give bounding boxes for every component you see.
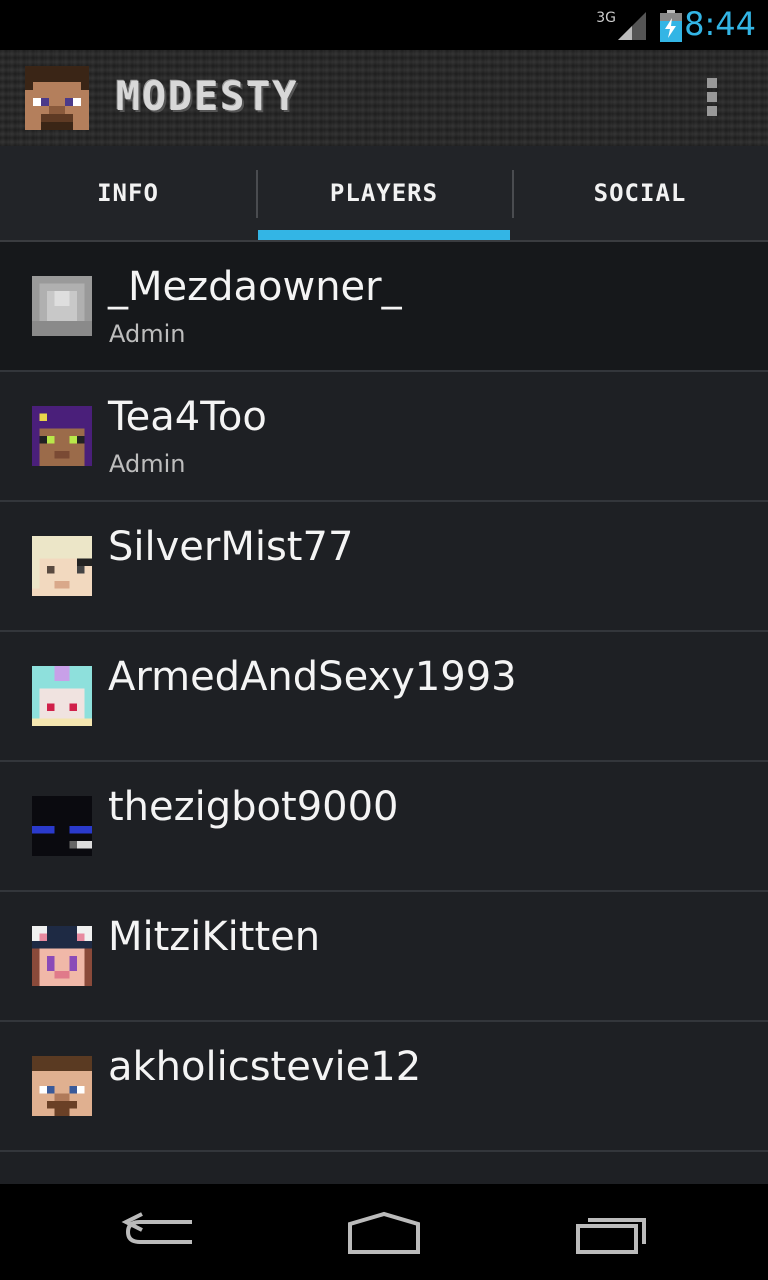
player-name: _Mezdaowner_ [108, 264, 402, 310]
list-item[interactable]: SilverMist77 [0, 502, 768, 632]
player-name: akholicstevie12 [108, 1044, 422, 1090]
player-name: thezigbot9000 [108, 784, 399, 830]
player-name: SilverMist77 [108, 524, 354, 570]
player-avatar [32, 276, 92, 336]
action-bar: MODESTY [0, 50, 768, 146]
app-title: MODESTY [116, 74, 299, 120]
player-name: Tea4Too [108, 394, 267, 440]
network-type: 3G [596, 10, 616, 26]
player-name: MitziKitten [108, 914, 321, 960]
list-item[interactable]: akholicstevie12 [0, 1022, 768, 1152]
player-avatar [32, 666, 92, 726]
tab-players[interactable]: PLAYERS [256, 146, 512, 240]
player-list[interactable]: _Mezdaowner_ Admin Tea4Too Admin SilverM… [0, 242, 768, 1184]
player-role: Admin [109, 320, 186, 348]
player-avatar [32, 796, 92, 856]
player-role: Admin [109, 450, 186, 478]
player-avatar [32, 1056, 92, 1116]
list-item[interactable]: ArmedAndSexy1993 [0, 632, 768, 762]
recent-apps-icon[interactable] [566, 1208, 662, 1256]
overflow-menu-icon[interactable] [696, 78, 728, 122]
back-icon[interactable] [112, 1208, 208, 1256]
navigation-bar [0, 1184, 768, 1280]
home-icon[interactable] [336, 1208, 432, 1256]
player-avatar [32, 926, 92, 986]
app-logo-icon[interactable] [24, 66, 90, 130]
signal-icon [618, 12, 646, 40]
list-item[interactable] [0, 1152, 768, 1184]
player-avatar [32, 536, 92, 596]
tab-bar: INFO PLAYERS SOCIAL [0, 146, 768, 242]
battery-icon [660, 10, 682, 42]
list-item[interactable]: Tea4Too Admin [0, 372, 768, 502]
list-item[interactable]: _Mezdaowner_ Admin [0, 242, 768, 372]
status-bar: 3G 8:44 [0, 0, 768, 50]
list-item[interactable]: thezigbot9000 [0, 762, 768, 892]
tab-info[interactable]: INFO [0, 146, 256, 240]
player-name: ArmedAndSexy1993 [108, 654, 517, 700]
list-item[interactable]: MitziKitten [0, 892, 768, 1022]
clock: 8:44 [684, 5, 756, 43]
tab-social[interactable]: SOCIAL [512, 146, 768, 240]
player-avatar [32, 406, 92, 466]
